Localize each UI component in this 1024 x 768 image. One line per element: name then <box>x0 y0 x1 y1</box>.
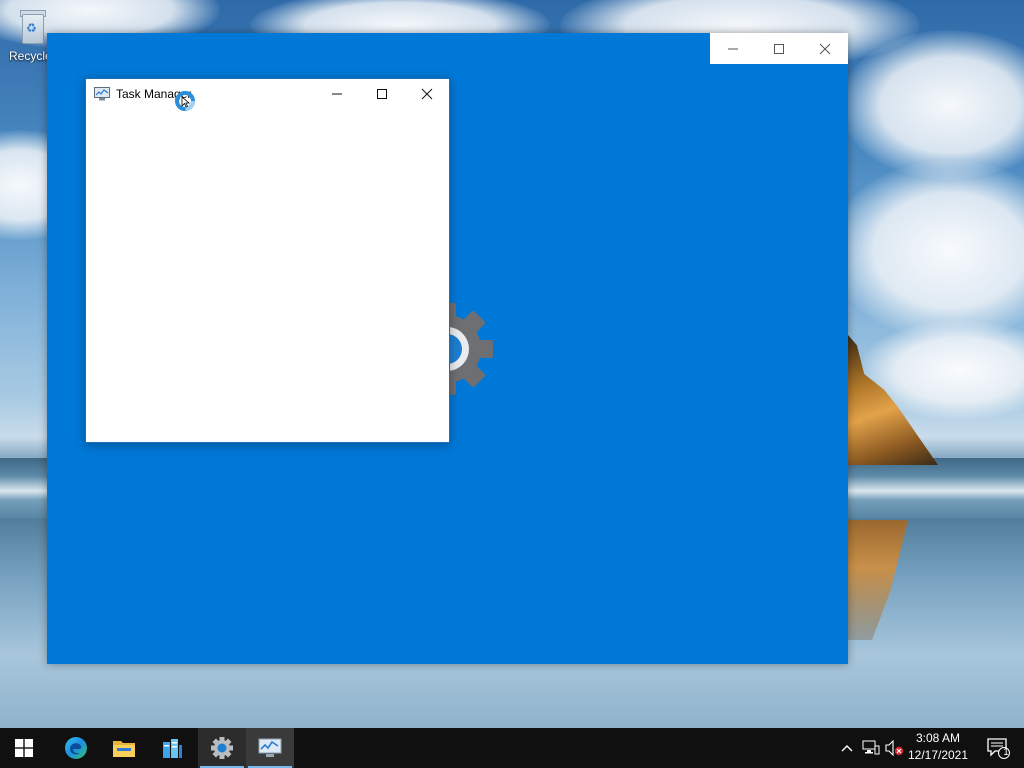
recycle-bin-icon: ♻ <box>18 8 46 44</box>
start-button[interactable] <box>0 728 48 768</box>
edge-icon <box>65 737 87 759</box>
minimize-icon <box>728 48 738 49</box>
task-manager-icon <box>94 87 110 101</box>
settings-maximize-button[interactable] <box>756 33 802 64</box>
maximize-icon <box>774 43 784 54</box>
settings-splash-gear-icon <box>447 301 499 397</box>
task-manager-title-bar[interactable]: Task Manager <box>86 79 449 109</box>
tray-network-button[interactable] <box>860 728 882 768</box>
volume-muted-icon <box>885 740 904 756</box>
minimize-icon <box>331 93 342 95</box>
task-manager-minimize-button[interactable] <box>314 79 359 109</box>
settings-close-button[interactable] <box>802 33 848 64</box>
clock-date: 12/17/2021 <box>907 748 969 762</box>
close-icon <box>421 88 432 100</box>
settings-caption-bar <box>710 33 848 64</box>
task-manager-icon <box>258 738 282 757</box>
task-manager-window[interactable]: Task Manager <box>85 78 450 443</box>
close-icon <box>819 43 831 54</box>
taskbar-settings-button[interactable] <box>198 728 246 768</box>
tray-volume-button[interactable] <box>884 728 906 768</box>
notification-count-badge: 1 <box>1003 747 1009 758</box>
action-center-button[interactable]: 1 <box>978 728 1018 768</box>
taskbar-clock[interactable]: 3:08 AM 12/17/2021 <box>905 730 971 764</box>
tray-overflow-button[interactable] <box>838 728 856 768</box>
clock-time: 3:08 AM <box>915 731 961 745</box>
task-manager-maximize-button[interactable] <box>359 79 404 109</box>
task-manager-close-button[interactable] <box>404 79 449 109</box>
server-manager-icon <box>163 739 182 758</box>
taskbar-file-explorer-button[interactable] <box>100 728 148 768</box>
gear-icon <box>211 737 233 759</box>
taskbar-edge-button[interactable] <box>52 728 100 768</box>
taskbar-task-manager-button[interactable] <box>246 728 294 768</box>
chevron-up-icon <box>841 745 853 752</box>
taskbar: 3:08 AM 12/17/2021 1 <box>0 728 1024 768</box>
folder-icon <box>113 741 135 757</box>
settings-minimize-button[interactable] <box>710 33 756 64</box>
windows-logo-icon <box>15 739 33 757</box>
maximize-icon <box>376 89 387 99</box>
network-icon <box>862 740 880 755</box>
busy-cursor-icon <box>175 91 195 111</box>
taskbar-server-manager-button[interactable] <box>148 728 196 768</box>
